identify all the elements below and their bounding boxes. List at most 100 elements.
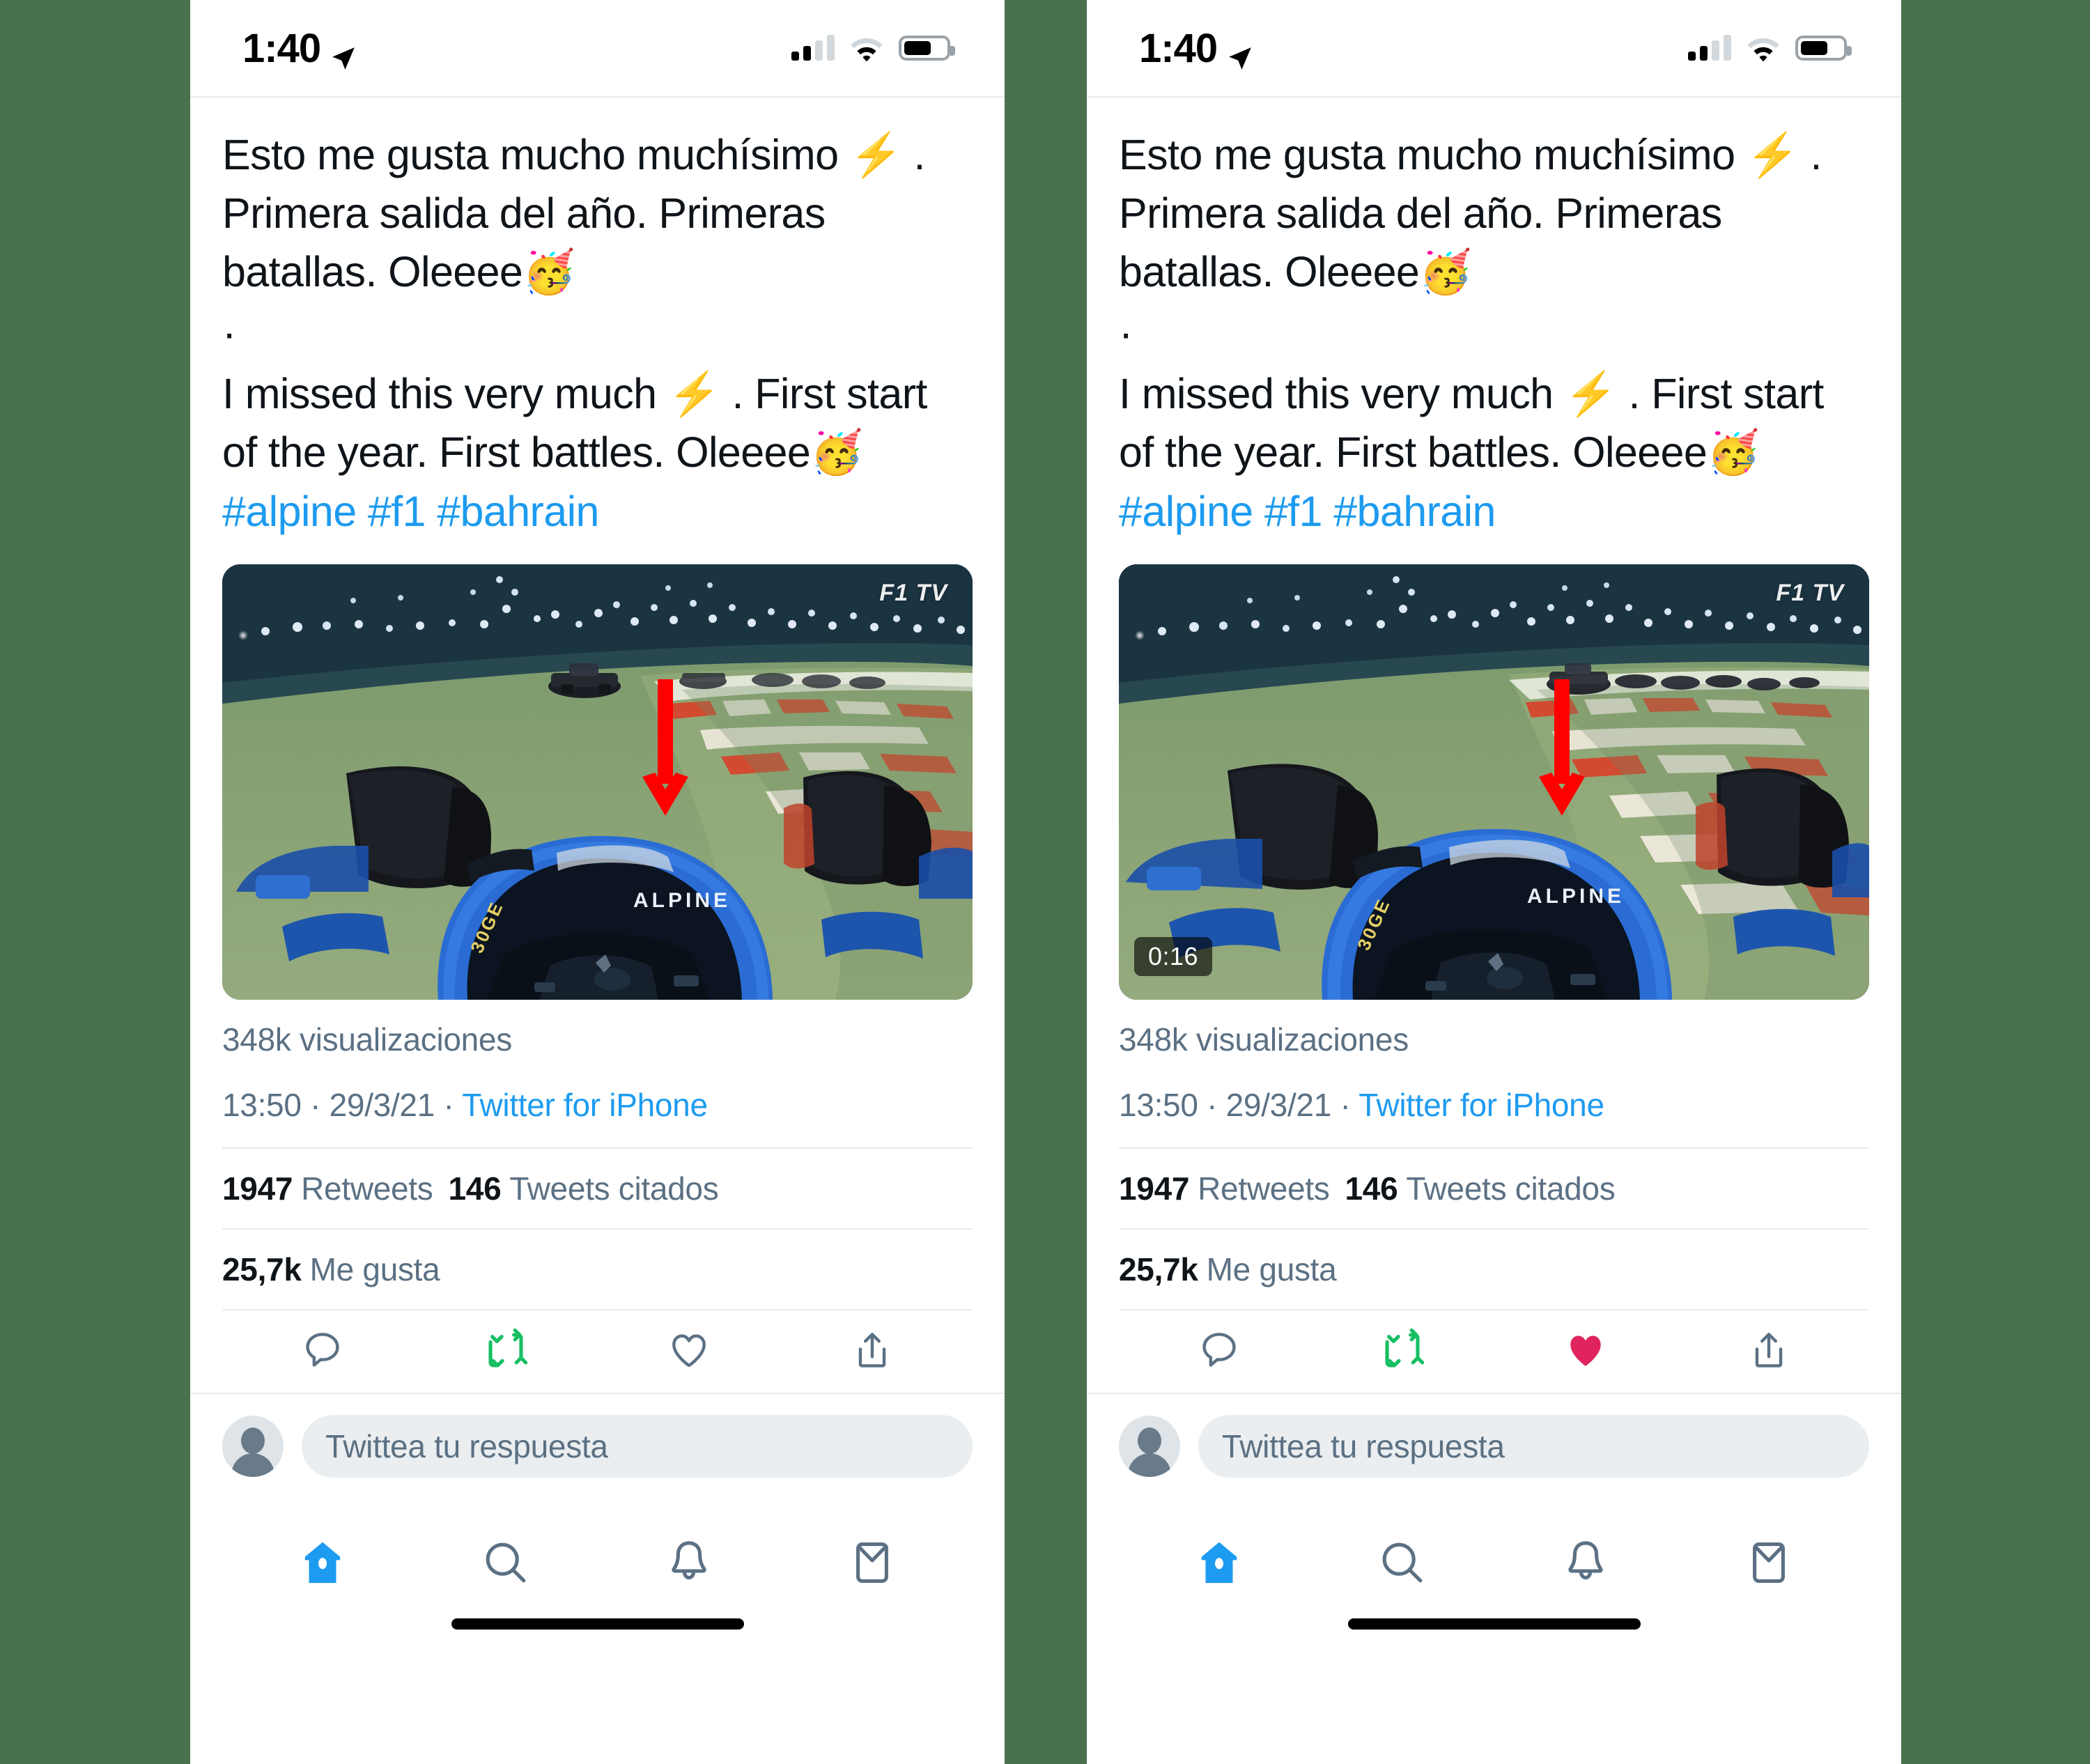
bottom-tab-bar bbox=[190, 1497, 1005, 1609]
tweet-hashtags[interactable]: #alpine #f1 #bahrain bbox=[222, 482, 973, 541]
background-gap bbox=[1005, 0, 1087, 1764]
tab-home[interactable] bbox=[1127, 1538, 1310, 1588]
reply-button[interactable] bbox=[1127, 1329, 1310, 1372]
tab-search[interactable] bbox=[1310, 1538, 1494, 1588]
retweet-button[interactable] bbox=[1310, 1329, 1494, 1372]
envelope-icon bbox=[856, 1542, 889, 1583]
retweets-label: Retweets bbox=[301, 1170, 433, 1207]
background-left bbox=[0, 0, 190, 1764]
retweets-stat[interactable]: 1947 Retweets bbox=[222, 1170, 433, 1207]
quotes-label: Tweets citados bbox=[1406, 1170, 1616, 1207]
tab-home[interactable] bbox=[231, 1538, 414, 1588]
tweet-date: 29/3/21 bbox=[329, 1087, 435, 1124]
status-bar-indicators bbox=[791, 35, 955, 62]
home-indicator[interactable] bbox=[1347, 1618, 1641, 1630]
avatar bbox=[222, 1416, 284, 1478]
tweet-source[interactable]: Twitter for iPhone bbox=[1358, 1087, 1604, 1123]
background-right bbox=[1901, 0, 2090, 1764]
quotes-stat[interactable]: 146 Tweets citados bbox=[449, 1170, 719, 1207]
screenshot-stage: 1:40 Esto me gusta mucho muchísimo ⚡ . P… bbox=[0, 0, 2090, 1764]
tab-search[interactable] bbox=[414, 1538, 597, 1588]
share-icon bbox=[859, 1333, 886, 1368]
tweet-source[interactable]: Twitter for iPhone bbox=[462, 1087, 708, 1123]
f1tv-watermark: F1 TV bbox=[879, 580, 947, 607]
tweet-separator-dot: · bbox=[1119, 309, 1133, 357]
likes-label: Me gusta bbox=[1206, 1251, 1337, 1288]
tweet-separator-dot: · bbox=[222, 309, 236, 357]
tweet-line-1: Esto me gusta mucho muchísimo ⚡ . bbox=[1119, 131, 1822, 178]
home-indicator-wrap bbox=[1087, 1609, 1901, 1666]
status-bar-time: 1:40 bbox=[1139, 25, 1218, 71]
tweet-line-5: of the year. First battles. Oleeee🥳 bbox=[222, 423, 973, 482]
tweet-time: 13:50 bbox=[1119, 1087, 1198, 1124]
home-indicator[interactable] bbox=[451, 1618, 744, 1630]
dot-separator: · bbox=[1207, 1087, 1218, 1124]
f1tv-watermark: F1 TV bbox=[1776, 580, 1844, 607]
svg-text:ALPINE: ALPINE bbox=[633, 889, 731, 912]
status-bar-time-group: 1:40 bbox=[242, 25, 357, 72]
status-bar-time-group: 1:40 bbox=[1139, 25, 1253, 72]
tweet-detail-content: Esto me gusta mucho muchísimo ⚡ . Primer… bbox=[1087, 98, 1901, 1764]
reply-composer[interactable]: Twittea tu respuesta bbox=[1087, 1393, 1901, 1497]
retweets-count: 1947 bbox=[1119, 1170, 1190, 1207]
share-button[interactable] bbox=[781, 1329, 964, 1372]
reply-icon bbox=[1202, 1333, 1236, 1367]
tweet-date: 29/3/21 bbox=[1225, 1087, 1332, 1124]
tweet-line-2: Primera salida del año. Primeras bbox=[222, 189, 826, 238]
tab-notifications[interactable] bbox=[1494, 1538, 1678, 1588]
video-frame-graphic: ALPINE 30GE bbox=[1119, 564, 1869, 1000]
quotes-count: 146 bbox=[448, 1170, 502, 1207]
share-button[interactable] bbox=[1678, 1329, 1861, 1372]
wifi-icon bbox=[1747, 36, 1780, 62]
tweet-media-wrapper: ALPINE 30GE F1 TV bbox=[190, 541, 1005, 1000]
video-thumbnail[interactable]: ALPINE 30GE F1 TV 0:16 bbox=[1119, 564, 1869, 1000]
tab-messages[interactable] bbox=[1678, 1538, 1861, 1588]
home-indicator-wrap bbox=[190, 1609, 1005, 1666]
party-face-emoji: 🥳 bbox=[810, 427, 863, 477]
likes-stat[interactable]: 25,7k Me gusta bbox=[222, 1251, 440, 1288]
tweet-actions bbox=[1087, 1310, 1901, 1393]
like-button[interactable] bbox=[1494, 1329, 1678, 1372]
share-icon bbox=[1756, 1333, 1783, 1368]
status-bar: 1:40 bbox=[190, 0, 1005, 98]
like-button[interactable] bbox=[598, 1329, 781, 1372]
cellular-signal-icon bbox=[1688, 35, 1731, 61]
home-icon bbox=[304, 1542, 340, 1584]
likes-count: 25,7k bbox=[1119, 1251, 1198, 1288]
tweet-hashtags[interactable]: #alpine #f1 #bahrain bbox=[1119, 482, 1869, 541]
tweet-line-1: Esto me gusta mucho muchísimo ⚡ . bbox=[222, 131, 925, 178]
party-face-emoji: 🥳 bbox=[1707, 427, 1760, 477]
party-face-emoji: 🥳 bbox=[1419, 247, 1472, 297]
retweets-count: 1947 bbox=[222, 1170, 293, 1207]
retweet-button[interactable] bbox=[414, 1329, 597, 1372]
tab-messages[interactable] bbox=[781, 1538, 964, 1588]
bottom-tab-bar bbox=[1087, 1497, 1901, 1609]
reply-input[interactable]: Twittea tu respuesta bbox=[1198, 1415, 1869, 1478]
tweet-line-3-text: batallas. Oleeee bbox=[1119, 248, 1420, 296]
like-heart-icon bbox=[672, 1334, 706, 1368]
reply-icon bbox=[305, 1333, 339, 1367]
status-bar: 1:40 bbox=[1087, 0, 1901, 98]
tweet-actions bbox=[190, 1310, 1005, 1393]
tweet-detail-content: Esto me gusta mucho muchísimo ⚡ . Primer… bbox=[190, 98, 1005, 1764]
likes-count: 25,7k bbox=[222, 1251, 302, 1288]
likes-label: Me gusta bbox=[309, 1251, 440, 1288]
video-frame-graphic: ALPINE 30GE bbox=[222, 564, 973, 1000]
reply-button[interactable] bbox=[231, 1329, 414, 1372]
tweet-text: Esto me gusta mucho muchísimo ⚡ . Primer… bbox=[1087, 98, 1901, 541]
reply-input[interactable]: Twittea tu respuesta bbox=[302, 1415, 973, 1478]
retweet-icon bbox=[1385, 1329, 1424, 1368]
video-duration-badge: 0:16 bbox=[1134, 937, 1213, 977]
svg-text:ALPINE: ALPINE bbox=[1527, 885, 1625, 908]
tweet-line-2: Primera salida del año. Primeras bbox=[1119, 189, 1722, 238]
location-arrow-icon bbox=[330, 35, 357, 70]
tweet-text: Esto me gusta mucho muchísimo ⚡ . Primer… bbox=[190, 98, 1005, 541]
reply-composer[interactable]: Twittea tu respuesta bbox=[190, 1393, 1005, 1497]
party-face-emoji: 🥳 bbox=[522, 247, 575, 297]
likes-counts: 25,7k Me gusta bbox=[190, 1230, 1005, 1309]
video-thumbnail[interactable]: ALPINE 30GE F1 TV bbox=[222, 564, 973, 1000]
retweets-stat[interactable]: 1947 Retweets bbox=[1119, 1170, 1330, 1207]
tab-notifications[interactable] bbox=[598, 1538, 781, 1588]
quotes-stat[interactable]: 146 Tweets citados bbox=[1345, 1170, 1616, 1207]
likes-stat[interactable]: 25,7k Me gusta bbox=[1119, 1251, 1337, 1288]
